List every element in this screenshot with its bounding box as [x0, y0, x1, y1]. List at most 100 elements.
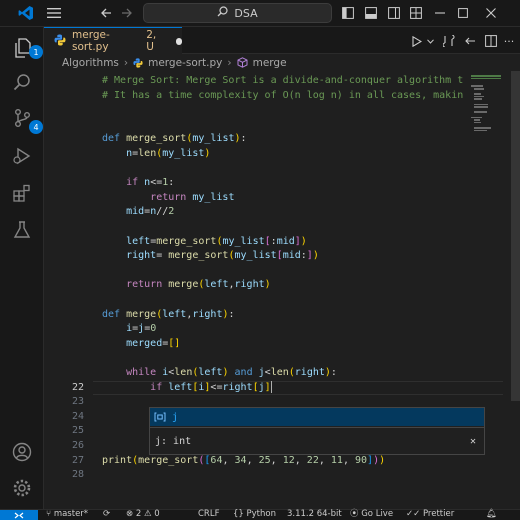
code-text: left=merge_sort(my_list[:mid]) [102, 235, 307, 250]
variable-symbol-icon [154, 412, 166, 422]
code-text: while i<len(left) and j<len(right): [102, 366, 337, 381]
forward-arrow-icon[interactable] [119, 4, 135, 22]
code-text: def merge(left,right): [102, 308, 235, 323]
code-line[interactable] [44, 103, 520, 118]
code-line[interactable] [44, 264, 520, 279]
run-dropdown-chevron-icon[interactable] [425, 32, 435, 50]
customize-layout-icon[interactable] [408, 4, 424, 22]
activity-bar: 1 4 [0, 27, 44, 509]
code-token: ) [204, 148, 211, 159]
tab-status: 2, U [146, 29, 157, 53]
code-line[interactable] [44, 351, 520, 366]
problems-item[interactable]: ⊗ 2 ⚠ 0 [126, 509, 160, 520]
settings-gear-icon[interactable] [11, 477, 33, 499]
command-center-search[interactable]: DSA [143, 3, 332, 23]
toggle-secondary-sidebar-icon[interactable] [386, 4, 402, 22]
workspace-name: DSA [234, 6, 258, 20]
code-token: 90 [354, 454, 368, 466]
code-token: left [198, 367, 223, 378]
code-line[interactable]: 28 [44, 468, 520, 483]
code-token: right [294, 367, 325, 378]
remote-indicator-icon[interactable] [0, 510, 38, 520]
code-text: # It has a time complexity of O(n log n)… [102, 89, 463, 104]
code-line[interactable]: right= merge_sort(my_list[mid:]) [44, 249, 520, 264]
run-python-file-icon[interactable] [410, 32, 424, 50]
branch-icon: ⑂ [46, 509, 52, 519]
code-line[interactable]: while i<len(left) and j<len(right): [44, 366, 520, 381]
code-line[interactable]: def merge(left,right): [44, 308, 520, 323]
vscode-logo-icon[interactable] [16, 4, 36, 22]
more-actions-icon[interactable]: ··· [502, 32, 516, 50]
code-line[interactable] [44, 220, 520, 235]
code-line[interactable]: # It has a time complexity of O(n log n)… [44, 89, 520, 104]
code-token: <= [150, 177, 163, 189]
close-window-icon[interactable] [483, 4, 499, 22]
double-check-icon: ✓✓ [406, 509, 421, 519]
code-line[interactable]: 22 if left[i]<=right[j] [44, 380, 520, 396]
chevron-right-icon: › [227, 56, 232, 69]
code-line[interactable]: i=j=0 [44, 322, 520, 337]
unsaved-dot-icon[interactable] [175, 37, 182, 45]
code-line[interactable]: return merge(left,right) [44, 278, 520, 293]
code-token: if [126, 177, 145, 189]
code-line[interactable]: left=merge_sort(my_list[:mid]) [44, 235, 520, 250]
code-line[interactable] [44, 118, 520, 133]
minimize-icon[interactable] [432, 4, 448, 22]
suggestion-item[interactable]: j [150, 408, 484, 426]
python-file-icon [133, 57, 143, 68]
line-ending-item[interactable]: CRLF [198, 509, 219, 520]
git-branch-item[interactable]: ⑂ master* [46, 509, 88, 520]
broadcast-icon: ⦿ [350, 509, 359, 519]
code-line[interactable]: # Merge Sort: Merge Sort is a divide-and… [44, 74, 520, 89]
prettier-item[interactable]: ✓✓ Prettier [406, 509, 454, 520]
suggestion-label: j [172, 411, 179, 423]
testing-icon[interactable] [11, 219, 33, 241]
sync-icon[interactable]: ⟳ [103, 509, 110, 520]
breadcrumb-file[interactable]: merge-sort.py [148, 57, 222, 69]
search-icon[interactable] [11, 71, 33, 93]
code-line[interactable]: 27 print(merge_sort([64, 34, 25, 12, 22, … [44, 454, 520, 469]
language-mode-item[interactable]: {} Python [233, 509, 276, 520]
code-line[interactable] [44, 293, 520, 308]
go-live-item[interactable]: ⦿ Go Live [350, 509, 393, 520]
code-line[interactable]: mid=n//2 [44, 205, 520, 220]
code-line[interactable]: n=len(my_list) [44, 147, 520, 162]
python-file-icon [54, 34, 66, 49]
breadcrumb-symbol[interactable]: merge [253, 57, 287, 69]
code-line[interactable]: if n<=1: [44, 176, 520, 191]
code-token: return [150, 191, 193, 203]
tab-merge-sort[interactable]: merge-sort.py 2, U [44, 27, 182, 54]
toggle-sidebar-icon[interactable] [340, 4, 356, 22]
python-interpreter-item[interactable]: 3.11.2 64-bit [287, 509, 342, 520]
maximize-icon[interactable] [455, 4, 471, 22]
code-token: : [240, 133, 247, 145]
code-line[interactable]: merged=[] [44, 337, 520, 352]
breadcrumb-folder[interactable]: Algorithms [62, 57, 119, 69]
back-arrow-icon[interactable] [98, 4, 114, 22]
split-editor-icon[interactable] [484, 32, 498, 50]
code-line[interactable] [44, 162, 520, 177]
line-number: 27 [71, 454, 84, 466]
account-icon[interactable] [11, 441, 33, 463]
code-token: 22 [306, 454, 319, 466]
close-icon[interactable]: ✕ [470, 436, 476, 447]
code-token: my_list [234, 250, 277, 262]
code-line[interactable]: return my_list [44, 191, 520, 206]
code-text: def merge_sort(my_list): [102, 132, 247, 147]
notifications-bell-icon[interactable]: 🔔︎ [486, 509, 497, 520]
code-token: right [222, 381, 253, 393]
code-line[interactable]: def merge_sort(my_list): [44, 132, 520, 147]
run-debug-icon[interactable] [11, 145, 33, 167]
code-token: 34 [234, 454, 247, 466]
code-token: my_list [192, 191, 235, 203]
toggle-panel-icon[interactable] [363, 4, 379, 22]
menu-icon[interactable] [45, 4, 63, 22]
autocomplete-widget: j j: int ✕ [149, 407, 485, 455]
go-back-change-icon[interactable] [463, 32, 477, 50]
code-token: right [126, 250, 157, 262]
explorer-badge: 1 [29, 45, 43, 59]
extensions-icon[interactable] [11, 182, 33, 204]
open-changes-icon[interactable] [442, 32, 456, 50]
